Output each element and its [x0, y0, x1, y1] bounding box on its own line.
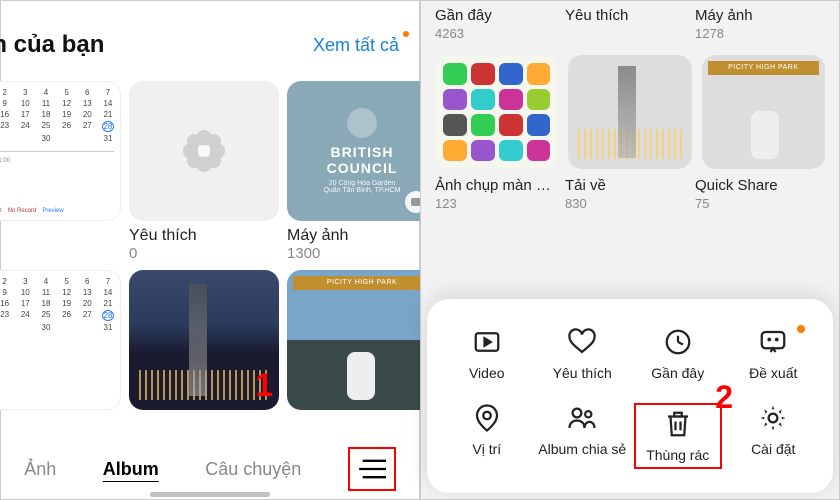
label: Yêu thích [565, 7, 695, 24]
top-row: Gần đây 4263 Yêu thích Máy ảnh 1278 [421, 1, 839, 47]
sheet-item-trash[interactable]: Thùng rác [634, 403, 722, 469]
screen-albums: um của bạn Xem tất cả 1234567 8910111213… [0, 0, 420, 500]
screen-menu-sheet: Gần đây 4263 Yêu thích Máy ảnh 1278 PICI… [420, 0, 840, 500]
downloads-thumb[interactable] [568, 55, 691, 169]
nav-photos[interactable]: Ảnh [24, 459, 56, 480]
album-tile-camera[interactable]: BRITISH COUNCIL 20 Cộng Hòa Garden Quận … [287, 81, 437, 262]
sheet-item-location[interactable]: Vị trí [443, 403, 531, 469]
pin-icon User [472, 403, 502, 433]
video-icon [472, 327, 502, 357]
album-count: 1300 [287, 245, 437, 262]
album-label: đây [0, 227, 121, 245]
sheet-item-favorites[interactable]: Yêu thích [538, 327, 626, 381]
sheet-item-video[interactable]: Video [443, 327, 531, 381]
sheet-item-settings[interactable]: Cài đặt [729, 403, 817, 469]
home-indicator[interactable] [150, 492, 270, 497]
count: 4263 [435, 26, 565, 41]
sheet-row-2: Vị trí Album chia sẻ Thùng rác Cài đặt [439, 403, 821, 469]
annotation-1: 1 [255, 367, 273, 404]
british-sub: 20 Cộng Hòa Garden Quận Tân Bình, TP.HCM [323, 180, 400, 194]
album-label: Yêu thích [129, 227, 279, 245]
album-tile[interactable]: PICITY HIGH PARK [287, 270, 437, 410]
sheet-item-recent[interactable]: Gần đây [634, 327, 722, 381]
label: Gần đây [435, 7, 565, 24]
album-label: Máy ảnh [287, 227, 437, 245]
thumb-row: PICITY HIGH PARK [421, 47, 839, 177]
people-icon [567, 403, 597, 433]
clock-icon [663, 327, 693, 357]
album-tile-favorites[interactable]: Yêu thích 0 [129, 81, 279, 262]
quickshare-thumb[interactable]: PICITY HIGH PARK [702, 55, 825, 169]
nav-album[interactable]: Album [103, 459, 159, 480]
sheet-item-shared-album[interactable]: Album chia sẻ [538, 403, 626, 469]
flower-icon [129, 81, 279, 221]
gear-icon [758, 403, 788, 433]
calendar-thumb: 1234567 891011121314 15161718192021 2223… [0, 270, 121, 410]
header: um của bạn Xem tất cả [1, 1, 419, 69]
suggest-icon [758, 327, 788, 357]
count: 1278 [695, 26, 825, 41]
label: Máy ảnh [695, 7, 825, 24]
album-tile[interactable]: 1234567 891011121314 15161718192021 2223… [0, 270, 121, 410]
album-tile[interactable]: 1 [129, 270, 279, 410]
menu-icon [358, 458, 386, 480]
heart-icon [567, 327, 597, 357]
camera-thumb: BRITISH COUNCIL 20 Cộng Hòa Garden Quận … [287, 81, 437, 221]
calendar-thumb: 1234567 891011121314 15161718192021 2223… [0, 81, 121, 221]
menu-button[interactable] [348, 447, 396, 491]
park-sign-text: PICITY HIGH PARK [293, 276, 431, 290]
top-camera[interactable]: Máy ảnh 1278 [695, 7, 825, 41]
label-quickshare: Quick Share 75 [695, 177, 825, 211]
sheet-item-suggest[interactable]: Đề xuất [729, 327, 817, 381]
view-all-link[interactable]: Xem tất cả [313, 35, 399, 56]
british-title: BRITISH COUNCIL [295, 144, 429, 176]
album-grid: 1234567 891011121314 15161718192021 2223… [0, 69, 419, 410]
label-screenshots: Ảnh chụp màn … 123 [435, 177, 565, 211]
page-title: um của bạn [0, 31, 104, 59]
bottom-sheet: 2 Video Yêu thích Gần đây Đề xuất Vị [427, 299, 833, 493]
bottom-nav: Ảnh Album Câu chuyện [1, 439, 419, 499]
sheet-row-1: Video Yêu thích Gần đây Đề xuất [439, 327, 821, 381]
album-count: 0 [129, 245, 279, 262]
nav-stories[interactable]: Câu chuyện [205, 459, 301, 480]
trash-icon [663, 409, 693, 439]
top-favorites[interactable]: Yêu thích [565, 7, 695, 41]
top-recent[interactable]: Gần đây 4263 [435, 7, 565, 41]
screenshots-thumb[interactable] [435, 55, 558, 169]
park-sign-text: PICITY HIGH PARK [708, 61, 819, 75]
album-tile-recent[interactable]: 1234567 891011121314 15161718192021 2223… [0, 81, 121, 262]
park-thumb: PICITY HIGH PARK [287, 270, 437, 410]
thumb-labels: Ảnh chụp màn … 123 Tải về 830 Quick Shar… [421, 177, 839, 217]
label-downloads: Tải về 830 [565, 177, 695, 211]
